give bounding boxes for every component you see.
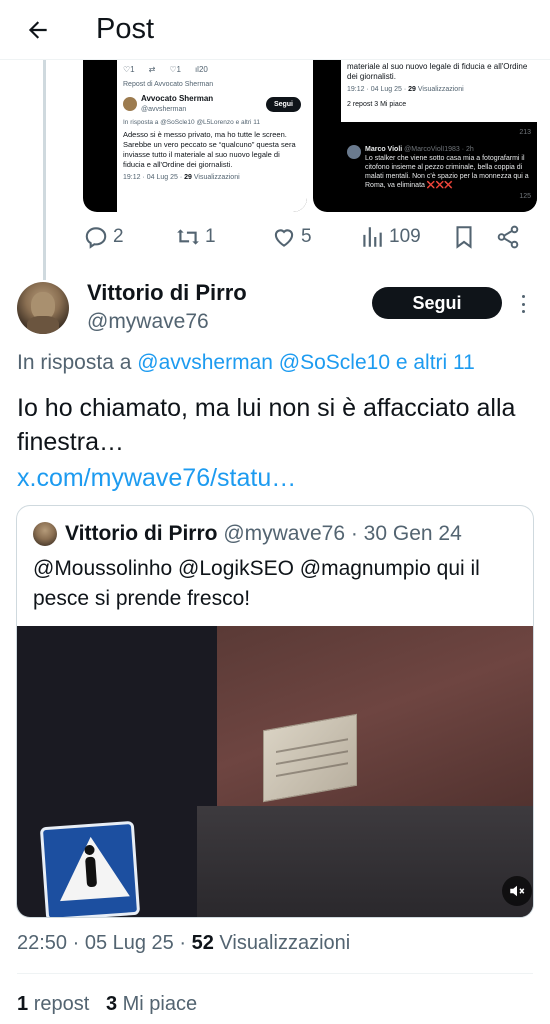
mini-meta: 19:12 · 04 Lug 25 · 29 Visualizzazioni: [123, 174, 240, 181]
parent-action-bar: 2 1 5 109: [83, 224, 523, 254]
share-icon: [497, 225, 519, 249]
muted-speaker-icon: [510, 885, 525, 897]
reply-mentions-link[interactable]: @avvsherman @SoScle10 e altri 11: [137, 351, 475, 374]
reply-context: In risposta a @avvsherman @SoScle10 e al…: [17, 351, 475, 374]
like-button[interactable]: 5: [271, 224, 312, 250]
mini-reply-handle: @MarcoViolI1983 · 2h: [404, 146, 474, 153]
page-title: Post: [96, 13, 155, 45]
reposts-stat[interactable]: 1 repost: [17, 993, 89, 1015]
views-button[interactable]: 109: [359, 224, 421, 250]
mini-handle: @avvsherman: [141, 106, 187, 113]
screenshot-card: ♡1 ⇄ ♡1 ıl20 Repost di Avvocato Sherman …: [117, 60, 307, 212]
quoted-author-avatar: [33, 522, 57, 546]
mini-views-count: 213: [519, 129, 531, 136]
author-avatar[interactable]: [17, 282, 69, 334]
quoted-author-name: Vittorio di Pirro: [65, 522, 218, 545]
top-bar: Post: [0, 0, 550, 60]
author-name[interactable]: Vittorio di Pirro: [87, 280, 247, 306]
post-views-number: 52: [191, 932, 214, 954]
mute-button[interactable]: [502, 876, 532, 906]
arrow-left-icon: [28, 21, 47, 39]
screenshot-dark-reply: 213 Marco Violi @MarcoViolI1983 · 2h Lo …: [341, 124, 537, 212]
mini-reply-views: 125: [519, 193, 531, 200]
likes-stat[interactable]: 3 Mi piace: [106, 993, 197, 1015]
parent-tweet-images[interactable]: ♡1 ⇄ ♡1 ıl20 Repost di Avvocato Sherman …: [83, 60, 537, 212]
video-scene-ground: [197, 806, 533, 917]
quoted-post-text: @Moussolinho @LogikSEO @magnumpio qui il…: [33, 557, 480, 610]
mini-follow-button: Segui: [265, 96, 301, 112]
more-options-button[interactable]: [515, 292, 531, 316]
reply-icon: [85, 227, 107, 249]
mini-text: Adesso si è messo privato, ma ho tutte l…: [123, 130, 296, 169]
pedestrian-crossing-sign-image: [39, 820, 141, 917]
quoted-video[interactable]: [17, 626, 533, 917]
mini-meta: 19:12 · 04 Lug 25 · 29 Visualizzazioni: [347, 86, 464, 93]
quoted-post-header: Vittorio di Pirro @mywave76 · 30 Gen 24: [65, 520, 462, 548]
post-engagement-stats: 1 repost 3 Mi piace: [17, 991, 197, 1017]
reply-count: 2: [113, 226, 124, 247]
repost-count: 1: [205, 226, 216, 247]
quoted-post[interactable]: Vittorio di Pirro @mywave76 · 30 Gen 24 …: [16, 505, 534, 918]
mini-reply-line: In risposta a @SoScle10 @L5Lorenzo e alt…: [123, 119, 261, 126]
post-text: Io ho chiamato, ma lui non si è affaccia…: [17, 394, 516, 456]
embedded-screenshot-left[interactable]: ♡1 ⇄ ♡1 ıl20 Repost di Avvocato Sherman …: [83, 60, 307, 212]
embedded-screenshot-right[interactable]: materiale al suo nuovo legale di fiducia…: [313, 60, 537, 212]
mini-stats: 2 repost 3 Mi piace: [347, 101, 407, 108]
bookmark-icon: [456, 226, 472, 249]
views-chart-icon: [363, 227, 382, 247]
mini-author: Avvocato Sherman: [141, 94, 214, 103]
follow-button[interactable]: Segui: [372, 287, 502, 319]
heart-icon: [274, 229, 294, 247]
divider: [17, 973, 533, 974]
repost-button[interactable]: 1: [175, 224, 216, 250]
screenshot-card-top: materiale al suo nuovo legale di fiducia…: [341, 60, 537, 122]
views-count: 109: [389, 226, 421, 247]
back-button[interactable]: [20, 12, 56, 48]
bookmark-button[interactable]: [451, 224, 477, 250]
thread-connector-line: [43, 60, 46, 280]
mini-reply-text: Lo stalker che viene sotto casa mia a fo…: [365, 155, 529, 189]
like-count: 5: [301, 226, 312, 247]
post-timestamp-views: 22:50 · 05 Lug 25 · 52 Visualizzazioni: [17, 932, 351, 954]
reply-button[interactable]: 2: [83, 224, 124, 250]
quoted-author-handle-date: @mywave76 · 30 Gen 24: [223, 522, 462, 545]
repost-icon: [177, 229, 199, 245]
mini-reply-author: Marco Violi: [365, 146, 403, 153]
mini-text-top: materiale al suo nuovo legale di fiducia…: [347, 62, 528, 81]
dot-icon: [521, 295, 525, 298]
mini-action-row: ♡1 ⇄ ♡1 ıl20: [123, 65, 208, 74]
share-button[interactable]: [495, 224, 521, 250]
repost-note: Repost di Avvocato Sherman: [123, 81, 214, 88]
post-time: 22:50 · 05 Lug 25 ·: [17, 932, 187, 954]
author-handle[interactable]: @mywave76: [87, 310, 209, 334]
post-link[interactable]: x.com/mywave76/statu…: [17, 461, 296, 495]
avatar: [123, 97, 137, 111]
avatar: [347, 145, 361, 159]
